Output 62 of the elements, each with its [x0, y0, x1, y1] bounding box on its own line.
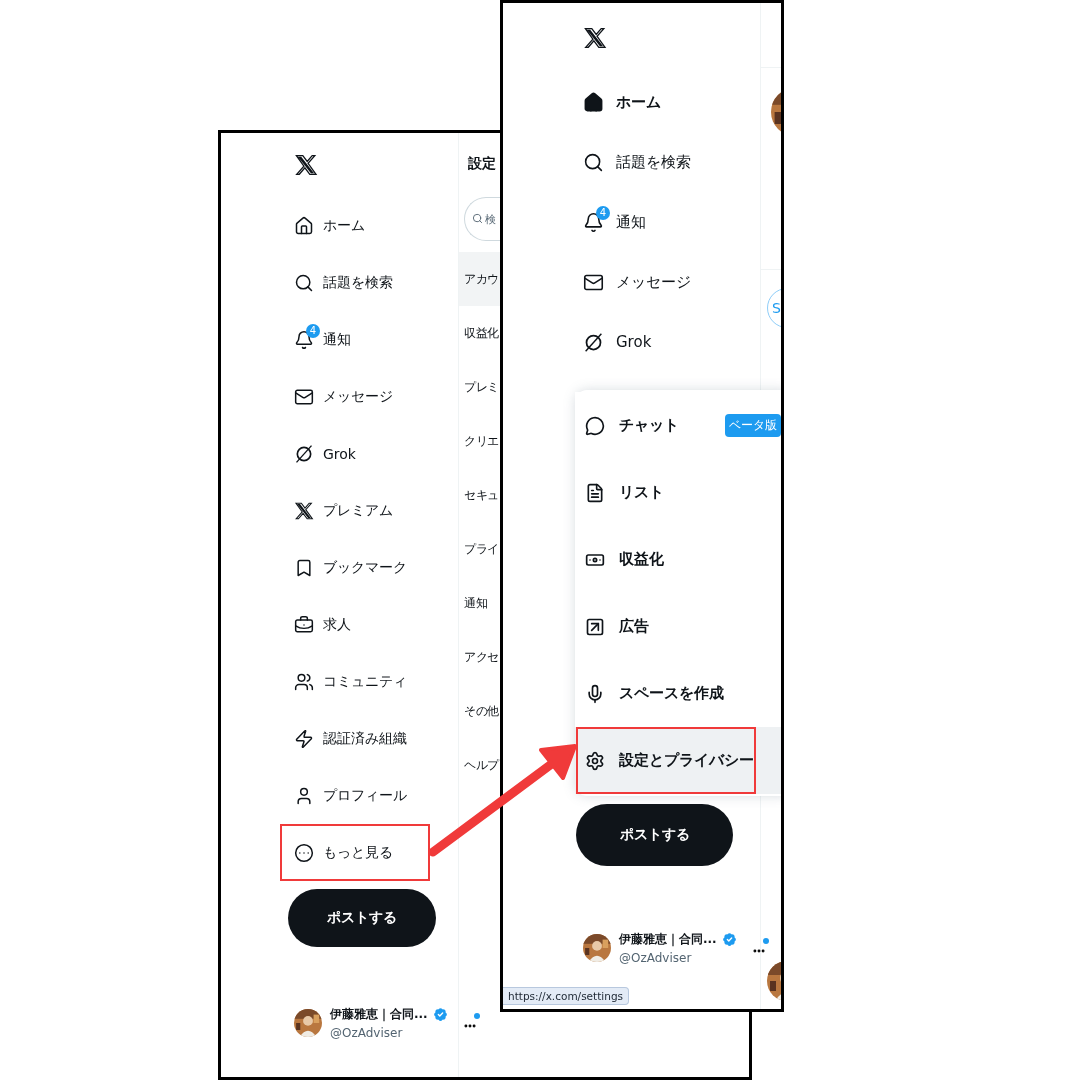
post-button[interactable]: ポストする: [576, 804, 733, 866]
menu-item[interactable]: チャット ベータ版: [575, 392, 781, 459]
document-icon: [585, 482, 605, 503]
search-icon: [583, 151, 604, 173]
count-badge: 4: [596, 205, 610, 220]
x-logo: [294, 500, 314, 521]
nav-item[interactable]: Grok: [569, 312, 739, 372]
settings-item[interactable]: その他: [459, 684, 500, 738]
settings-item[interactable]: プライ: [459, 522, 500, 576]
settings-item[interactable]: クリエ: [459, 414, 500, 468]
settings-item[interactable]: 収益化: [459, 306, 500, 360]
account-handle: @OzAdviser: [330, 1026, 404, 1040]
nav-item[interactable]: Grok: [280, 425, 432, 482]
nav-item[interactable]: コミュニティ: [280, 653, 432, 710]
menu-item[interactable]: 設定とプライバシー: [575, 727, 781, 794]
nav-item[interactable]: もっと見る: [280, 824, 432, 881]
settings-title: 設定: [468, 155, 496, 173]
nav-item[interactable]: 4 通知: [280, 311, 432, 368]
search-field[interactable]: 検: [464, 197, 501, 241]
beta-badge: ベータ版: [725, 414, 781, 437]
gear-icon: [585, 750, 605, 771]
nav-item[interactable]: プレミアム: [280, 482, 432, 539]
nav-item[interactable]: 4 通知: [569, 192, 739, 252]
nav-item[interactable]: メッセージ: [569, 252, 739, 312]
search-icon: [294, 272, 314, 293]
slashed-circle-icon: [294, 443, 314, 464]
settings-item[interactable]: アクセ: [459, 630, 500, 684]
nav-item[interactable]: プロフィール: [280, 767, 432, 824]
post-button[interactable]: ポストする: [288, 889, 436, 947]
nav-item[interactable]: 認証済み組織: [280, 710, 432, 767]
briefcase-icon: [294, 614, 314, 635]
bookmark-icon: [294, 557, 314, 578]
settings-item[interactable]: セキュ: [459, 468, 500, 522]
person-icon: [294, 785, 314, 806]
nav-item[interactable]: 話題を検索: [569, 132, 739, 192]
home-icon: [583, 91, 604, 113]
nav-item[interactable]: ホーム: [280, 197, 432, 254]
nav-item[interactable]: ブックマーク: [280, 539, 432, 596]
settings-item[interactable]: プレミ: [459, 360, 500, 414]
x-logo[interactable]: [294, 153, 318, 177]
account-name: 伊藤雅恵｜合同...: [619, 931, 717, 948]
microphone-icon: [585, 683, 605, 704]
x-logo[interactable]: [583, 25, 607, 50]
slashed-circle-icon: [583, 331, 604, 353]
nav-item[interactable]: ホーム: [569, 72, 739, 132]
search-icon: [472, 213, 483, 224]
people-icon: [294, 671, 314, 692]
speech-bubble-icon: [585, 415, 605, 436]
account-handle: @OzAdviser: [619, 951, 693, 965]
settings-item[interactable]: ヘルプ: [459, 738, 500, 792]
ellipsis-circle-icon: [294, 842, 314, 863]
settings-item[interactable]: 通知: [459, 576, 500, 630]
nav-item[interactable]: 話題を検索: [280, 254, 432, 311]
arrow-square-icon: [585, 616, 605, 637]
status-url: https://x.com/settings: [503, 987, 630, 1005]
account-name: 伊藤雅恵｜合同...: [330, 1006, 428, 1023]
home-icon: [294, 215, 314, 236]
nav-item[interactable]: 求人: [280, 596, 432, 653]
lightning-icon: [294, 728, 314, 749]
count-badge: 4: [306, 323, 320, 338]
settings-item[interactable]: アカウ: [459, 252, 500, 306]
nav-item[interactable]: メッセージ: [280, 368, 432, 425]
